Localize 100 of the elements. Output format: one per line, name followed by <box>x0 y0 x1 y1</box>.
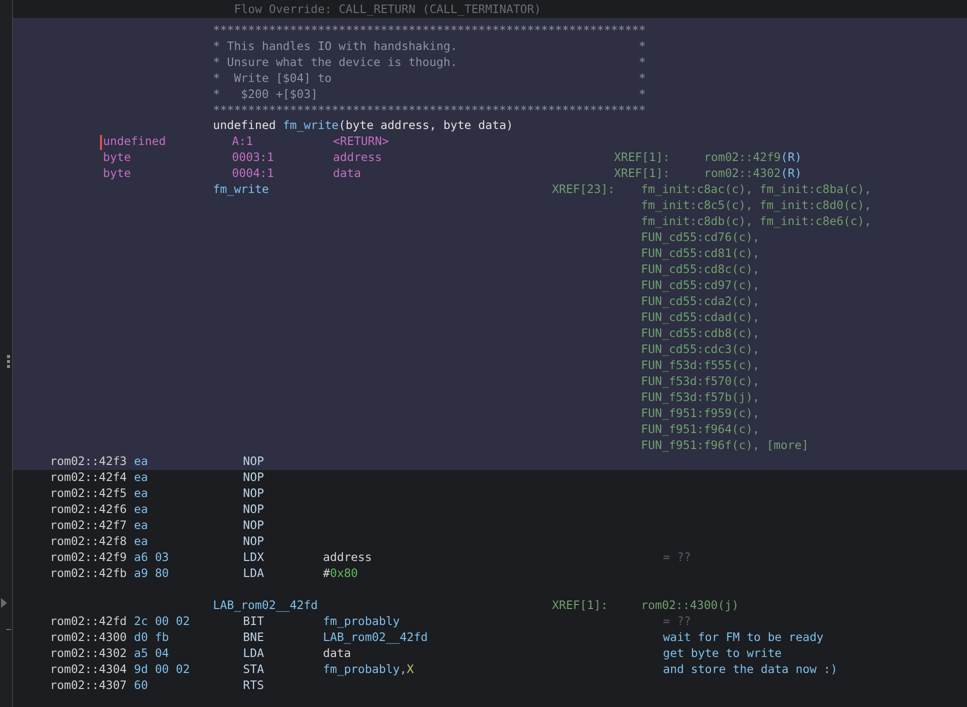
plate-comment-line: ************************************************************** <box>212 102 647 118</box>
function-name-text: fm_write <box>282 117 339 134</box>
xref-link[interactable]: FUN_cd55:cda2(c), <box>641 293 760 311</box>
xref-link[interactable]: FUN_cd55:cd97(c), <box>641 277 760 295</box>
xref-label: XREF[1]: <box>614 149 671 166</box>
mnemonic-text: LDA <box>243 565 265 582</box>
comment-text: = ?? <box>663 549 691 566</box>
bytes-text: ea <box>134 453 149 470</box>
ref-type-text: (R) <box>780 149 802 166</box>
address-text: rom02::42f5 <box>50 485 128 502</box>
xref-link[interactable]: FUN_f53d:f570(c), <box>641 373 760 391</box>
address-text: rom02::42f4 <box>50 469 128 486</box>
type-text: undefined <box>103 133 166 150</box>
mnemonic-text: NOP <box>243 485 265 502</box>
address-text: rom02::42fb <box>50 565 128 582</box>
bytes-text: a5 04 <box>134 645 170 662</box>
xref-link[interactable]: fm_init:c8ac(c), fm_init:c8ba(c), <box>641 181 872 199</box>
address-text: rom02::42f9 <box>50 549 128 566</box>
xref-label: XREF[1]: <box>552 597 609 614</box>
xref-link[interactable]: FUN_cd55:cd81(c), <box>641 245 760 263</box>
mnemonic-text: LDX <box>243 549 265 566</box>
mnemonic-text: STA <box>243 661 265 678</box>
listing-row[interactable]: rom02::42f3 ea NOP <box>13 454 967 470</box>
xref-link[interactable]: FUN_f53d:f555(c), <box>641 357 760 375</box>
bytes-text: a6 03 <box>134 549 170 566</box>
bytes-text: d0 fb <box>134 629 170 646</box>
address-text: rom02::42f7 <box>50 517 128 534</box>
ref-type-text: (R) <box>780 165 802 182</box>
storage-text: 0003:1 <box>232 149 275 166</box>
flow-override-text: Flow Override: CALL_RETURN (CALL_TERMINATOR) <box>234 1 542 17</box>
xref-link[interactable]: rom02::4300(j) <box>641 597 739 615</box>
address-text: rom02::4302 <box>50 645 128 662</box>
bytes-text: ea <box>134 517 149 534</box>
mnemonic-text: NOP <box>243 501 265 518</box>
storage-text: A:1 <box>232 133 254 150</box>
address-text: rom02::42f6 <box>50 501 128 518</box>
xref-link[interactable]: fm_init:c8db(c), fm_init:c8e6(c), <box>641 213 872 231</box>
xref-link[interactable]: rom02::42f9 <box>704 149 781 167</box>
operand-text: data <box>323 645 351 662</box>
bytes-text: 60 <box>134 677 149 694</box>
address-text: rom02::42f3 <box>50 453 128 470</box>
xref-link[interactable]: FUN_cd55:cdc3(c), <box>641 341 760 359</box>
xref-link[interactable]: rom02::4302 <box>704 165 781 183</box>
mnemonic-text: RTS <box>243 677 265 694</box>
variable-name-text: data <box>333 165 362 182</box>
plate-comment-line: * $200 +[$03] * <box>212 86 647 102</box>
label-text: LAB_rom02__42fd <box>213 597 319 614</box>
address-text: rom02::4304 <box>50 661 128 678</box>
variable-name-text: address <box>333 149 383 166</box>
xref-link[interactable]: FUN_cd55:cd76(c), <box>641 229 760 247</box>
xref-link[interactable]: FUN_f53d:f57b(j), <box>641 389 760 407</box>
comment-text: get byte to write <box>663 645 782 662</box>
mnemonic-text: NOP <box>243 533 265 550</box>
bytes-text: ea <box>134 533 149 550</box>
type-text: byte <box>103 149 131 166</box>
return-type-text: undefined <box>213 117 277 134</box>
type-text: byte <box>103 165 131 182</box>
parameters-text: (byte address, byte data) <box>338 117 514 134</box>
operand-text: fm_probably <box>323 613 400 630</box>
xref-link[interactable]: FUN_cd55:cdb8(c), <box>641 325 760 343</box>
xref-link[interactable]: fm_init:c8c5(c), fm_init:c8d0(c), <box>641 197 872 215</box>
plate-comment-line: * Unsure what the device is though. * <box>212 54 647 70</box>
xref-link[interactable]: FUN_cd55:cd8c(c), <box>641 261 760 279</box>
bytes-text: ea <box>134 469 149 486</box>
plate-comment-line: * This handles IO with handshaking. * <box>212 38 647 54</box>
operand-text: # <box>323 565 330 582</box>
operand-text: fm_probably, <box>323 661 407 678</box>
address-text: rom02::42f8 <box>50 533 128 550</box>
xref-link[interactable]: FUN_f951:f959(c), <box>641 405 760 423</box>
mnemonic-text: NOP <box>243 453 265 470</box>
comment-text: and store the data now :) <box>663 661 838 678</box>
bytes-text: ea <box>134 501 149 518</box>
xref-link[interactable]: FUN_f951:f964(c), <box>641 421 760 439</box>
bytes-text: ea <box>134 485 149 502</box>
mnemonic-text: BNE <box>243 629 265 646</box>
plate-comment-line: * Write [$04] to * <box>212 70 647 86</box>
address-text: rom02::4307 <box>50 677 128 694</box>
xref-link[interactable]: FUN_f951:f96f(c), <box>641 437 760 455</box>
grip-icon[interactable] <box>6 355 10 368</box>
operand-text: 0x80 <box>330 565 358 582</box>
storage-text: 0004:1 <box>232 165 275 182</box>
comment-text: wait for FM to be ready <box>663 629 824 646</box>
text-cursor <box>100 134 102 150</box>
label-text: fm_write <box>213 181 270 198</box>
mnemonic-text: LDA <box>243 645 265 662</box>
mnemonic-text: NOP <box>243 469 265 486</box>
address-text: rom02::4300 <box>50 629 128 646</box>
bytes-text: 2c 00 02 <box>134 613 191 630</box>
xref-link[interactable]: FUN_cd55:cdad(c), <box>641 309 760 327</box>
mnemonic-text: BIT <box>243 613 265 630</box>
more-link[interactable]: [more] <box>766 437 809 455</box>
plate-comment-line: ************************************************************** <box>212 22 647 38</box>
comment-text: = ?? <box>663 613 691 630</box>
mnemonic-text: NOP <box>243 517 265 534</box>
xref-label: XREF[1]: <box>614 165 671 182</box>
variable-name-text: <RETURN> <box>333 133 390 150</box>
address-text: rom02::42fd <box>50 613 128 630</box>
arrow-icon[interactable] <box>1 598 7 608</box>
operand-text: address <box>323 549 372 566</box>
operand-text: LAB_rom02__42fd <box>323 629 428 646</box>
